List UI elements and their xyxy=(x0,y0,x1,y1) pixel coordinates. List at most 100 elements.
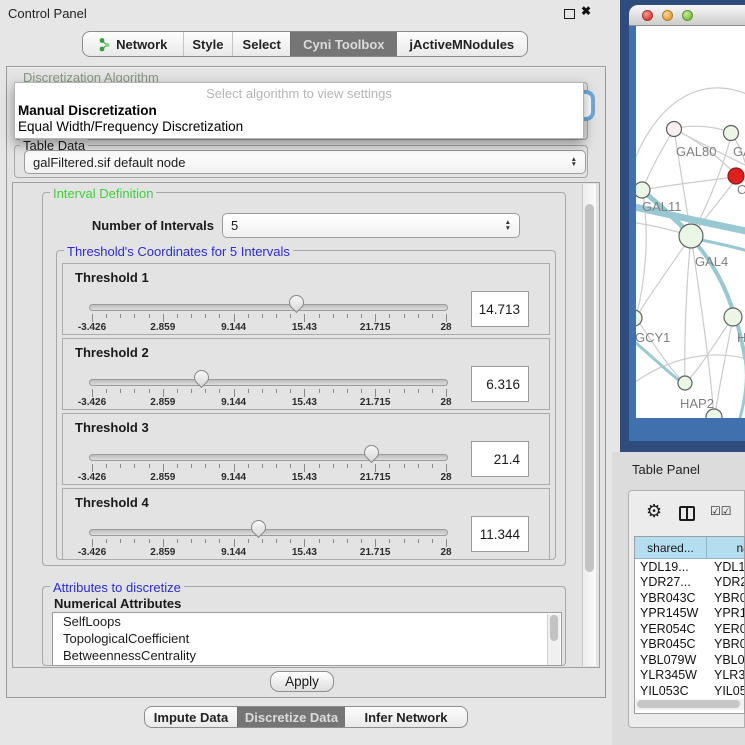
slider-tick xyxy=(177,389,178,393)
float-window-icon[interactable] xyxy=(564,9,575,19)
table-cell[interactable]: YPR145W xyxy=(635,606,707,620)
table-row[interactable]: YBR043CYBR043C xyxy=(635,590,744,606)
network-edge[interactable] xyxy=(715,317,733,416)
table-row[interactable]: YER054CYER054C xyxy=(635,621,744,637)
threshold-slider-track[interactable] xyxy=(89,454,448,461)
threshold-value-field[interactable]: 6.316 xyxy=(471,366,529,402)
apply-button[interactable]: Apply xyxy=(270,671,334,692)
table-row[interactable]: YLR345WYLR345W xyxy=(635,668,744,684)
scrollbar-thumb[interactable] xyxy=(550,615,558,641)
table-cell[interactable]: YBR045C xyxy=(635,637,707,651)
threshold-slider-track[interactable] xyxy=(89,379,448,386)
threshold-value-field[interactable]: 21.4 xyxy=(471,441,529,477)
node-label: GAL80 xyxy=(676,144,716,159)
table-cell[interactable]: YIL053C xyxy=(635,684,707,698)
table-cell[interactable]: YBR043C xyxy=(707,591,745,605)
threshold-value-field[interactable]: 14.713 xyxy=(471,291,529,327)
close-traffic-light[interactable] xyxy=(642,10,653,21)
table-row[interactable]: YDR27...YDR27... xyxy=(635,575,744,591)
table-cell[interactable]: YER054C xyxy=(707,622,745,636)
menu-item-manual-discretization[interactable]: Manual Discretization xyxy=(18,103,157,118)
close-icon[interactable]: ✖ xyxy=(581,4,591,18)
network-view-window: GAL80GACGAL11GAL4GCY1HHAP2 xyxy=(629,5,745,441)
table-cell[interactable]: YER054C xyxy=(635,622,707,636)
network-node-GAL80[interactable] xyxy=(667,122,682,137)
slider-tick xyxy=(389,539,390,543)
column-header-name[interactable]: name xyxy=(707,537,745,559)
slider-tick xyxy=(333,464,334,468)
scrollbar-thumb[interactable] xyxy=(637,700,740,708)
column-header-shared-name[interactable]: shared... xyxy=(635,537,707,559)
threshold-value-field[interactable]: 11.344 xyxy=(471,516,529,552)
slider-tick-label: 2.859 xyxy=(139,397,187,408)
table-cell[interactable]: YDR27... xyxy=(635,575,707,589)
tab-impute-data[interactable]: Impute Data xyxy=(145,707,237,727)
network-edge-thick[interactable] xyxy=(740,358,745,418)
network-edge[interactable] xyxy=(637,236,691,316)
table-cell[interactable]: YBL079W xyxy=(635,653,707,667)
columns-icon[interactable] xyxy=(679,506,695,521)
threshold-slider-track[interactable] xyxy=(89,304,448,311)
table-cell[interactable]: YLR345W xyxy=(635,668,707,682)
attribute-list-item[interactable]: BetweennessCentrality xyxy=(53,647,561,664)
table-cell[interactable]: YDR27... xyxy=(707,575,745,589)
attribute-list-item[interactable]: SelfLoops xyxy=(53,613,561,630)
slider-tick xyxy=(92,389,93,397)
slider-tick xyxy=(347,314,348,318)
tab-select[interactable]: Select xyxy=(232,32,290,56)
table-cell[interactable]: YDL19... xyxy=(635,560,707,574)
vertical-scrollbar[interactable] xyxy=(582,184,596,666)
table-cell[interactable]: YPR145W xyxy=(707,606,745,620)
network-node-H[interactable] xyxy=(724,308,742,326)
network-node-GA[interactable] xyxy=(724,126,739,141)
slider-tick xyxy=(290,314,291,318)
number-of-intervals-combobox[interactable]: 5 ▲▼ xyxy=(222,213,520,238)
network-window-titlebar[interactable] xyxy=(629,5,745,26)
slider-tick xyxy=(248,389,249,393)
slider-tick-label: 9.144 xyxy=(210,472,258,483)
tab-infer-network[interactable]: Infer Network xyxy=(345,707,467,727)
table-cell[interactable]: YIL053C xyxy=(707,684,745,698)
table-cell[interactable]: YBL079W xyxy=(707,653,745,667)
network-node-HAP2[interactable] xyxy=(678,376,692,390)
tab-style[interactable]: Style xyxy=(183,32,233,56)
table-row[interactable]: YBR045CYBR045C xyxy=(635,637,744,653)
select-all-checkboxes-icon[interactable]: ☑☑ xyxy=(710,504,732,518)
tab-network[interactable]: Network xyxy=(83,32,183,56)
network-edge[interactable] xyxy=(674,126,731,133)
network-edge[interactable] xyxy=(643,129,674,189)
table-cell[interactable]: YDL19... xyxy=(707,560,745,574)
table-cell[interactable]: YLR345W xyxy=(707,668,745,682)
network-canvas[interactable]: GAL80GACGAL11GAL4GCY1HHAP2 xyxy=(636,26,745,418)
table-row[interactable]: YPR145WYPR145W xyxy=(635,606,744,622)
tab-cyni-toolbox[interactable]: Cyni Toolbox xyxy=(290,32,397,56)
numerical-attributes-list[interactable]: SelfLoopsTopologicalCoefficientBetweenne… xyxy=(52,612,562,666)
table-data-combobox[interactable]: galFiltered.sif default node ▲▼ xyxy=(24,150,586,174)
zoom-traffic-light[interactable] xyxy=(682,10,693,21)
slider-tick xyxy=(205,464,206,468)
attributes-scrollbar[interactable] xyxy=(547,614,560,665)
network-node-GCY1[interactable] xyxy=(636,310,642,326)
minimize-traffic-light[interactable] xyxy=(662,10,673,21)
menu-item-equal-width-frequency[interactable]: Equal Width/Frequency Discretization xyxy=(18,119,243,134)
network-node-GAL4[interactable] xyxy=(679,224,703,248)
slider-tick xyxy=(432,314,433,318)
table-row[interactable]: YIL053CYIL053C xyxy=(635,683,744,699)
slider-tick-label: 9.144 xyxy=(210,397,258,408)
table-cell[interactable]: YBR045C xyxy=(707,637,745,651)
network-edge[interactable] xyxy=(642,177,735,190)
scrollbar-thumb[interactable] xyxy=(585,204,594,572)
attribute-list-item[interactable]: TopologicalCoefficient xyxy=(53,630,561,647)
tab-discretize-data[interactable]: Discretize Data xyxy=(237,707,345,727)
network-node-GAL11[interactable] xyxy=(636,182,650,198)
bottom-tab-bar: Impute Data Discretize Data Infer Networ… xyxy=(144,706,468,728)
horizontal-scrollbar[interactable] xyxy=(635,699,744,710)
gear-icon[interactable]: ⚙ xyxy=(646,501,662,522)
table-row[interactable]: YDL19...YDL19... xyxy=(635,559,744,575)
table-row[interactable]: YBL079WYBL079W xyxy=(635,652,744,668)
table-cell[interactable]: YBR043C xyxy=(635,591,707,605)
tab-jactivemnodules[interactable]: jActiveMNodules xyxy=(397,32,527,56)
network-edge[interactable] xyxy=(685,236,691,382)
node-attribute-table[interactable]: shared...name YDL19...YDL19...YDR27...YD… xyxy=(634,536,745,714)
threshold-slider-track[interactable] xyxy=(89,529,448,536)
